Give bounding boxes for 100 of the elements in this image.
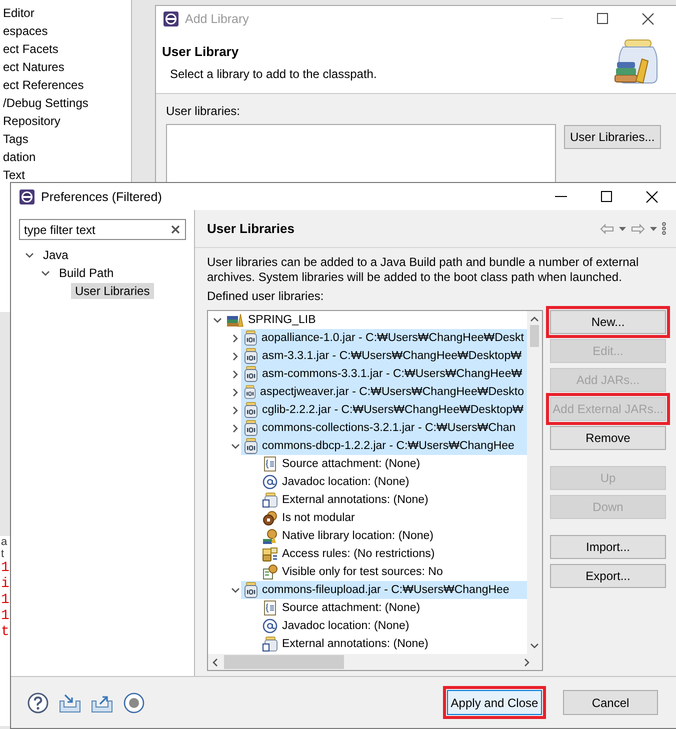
tree-item[interactable]: External annotations: (None) — [259, 491, 527, 509]
scrollbar-thumb[interactable] — [224, 655, 344, 669]
scrollbar-thumb[interactable] — [530, 325, 539, 347]
filter-field[interactable]: type filter text — [19, 219, 186, 240]
menu-icon[interactable] — [662, 222, 666, 235]
tree-item[interactable]: Source attachment: (None) — [259, 455, 527, 473]
tree-item[interactable]: cglib-2.2.2.jar - C:₩Users₩ChangHee₩Desktop₩ — [241, 401, 527, 419]
tree-item-label[interactable]: ect References — [3, 76, 131, 94]
nav-tree-item[interactable]: Build Path — [55, 265, 118, 281]
dialog-button[interactable]: Cancel — [563, 690, 658, 715]
tree-item-label[interactable]: Tags — [3, 130, 131, 148]
library-tree[interactable] — [207, 310, 543, 671]
jar-icon — [244, 348, 258, 364]
code-text: a — [1, 536, 8, 548]
nav-tree-item[interactable]: User Libraries — [71, 283, 154, 299]
tree-item-label[interactable]: Text — [3, 166, 131, 184]
app-icon — [19, 188, 35, 204]
scroll-right-icon[interactable] — [524, 658, 530, 666]
scroll-down-icon[interactable] — [530, 643, 539, 649]
close-icon[interactable] — [646, 190, 658, 202]
tree-item-label[interactable]: Repository — [3, 112, 131, 130]
chevron-icon[interactable] — [230, 352, 240, 360]
scroll-left-icon[interactable] — [212, 658, 218, 666]
action-button[interactable]: Export... — [550, 564, 666, 588]
jar-icon — [262, 492, 278, 508]
maximize-icon[interactable] — [597, 13, 608, 24]
tree-item-label: External annotations: (None) — [282, 494, 428, 506]
tree-item-label: asm-commons-3.3.1.jar - C:₩Users₩ChangHee₩ — [262, 368, 522, 380]
tree-item-label: Javadoc location: (None) — [282, 476, 410, 488]
window-title: Add Library — [185, 12, 250, 26]
user-libraries-button[interactable]: User Libraries... — [564, 125, 661, 149]
dialog-heading: User Library — [162, 44, 240, 59]
chevron-icon[interactable] — [230, 406, 240, 414]
chevron-icon[interactable] — [230, 370, 240, 378]
tree-item[interactable]: aopalliance-1.0.jar - C:₩Users₩ChangHee₩Deskt — [241, 329, 527, 347]
tree-item-label: aopalliance-1.0.jar - C:₩Users₩ChangHee₩Deskt — [261, 332, 524, 344]
minimize-icon[interactable] — [555, 196, 567, 198]
tree-item[interactable]: SPRING_LIB — [223, 311, 527, 329]
action-button[interactable]: Import... — [550, 535, 666, 559]
caret-icon[interactable] — [650, 226, 657, 230]
help-icon[interactable] — [27, 692, 49, 714]
document-gear-icon — [262, 564, 278, 580]
chevron-icon[interactable] — [41, 268, 50, 278]
vertical-scrollbar[interactable] — [527, 311, 542, 654]
field-label: Defined user libraries: — [207, 289, 325, 304]
chevron-icon[interactable] — [230, 388, 240, 396]
tree-item-label: aspectjweaver.jar - C:₩Users₩ChangHee₩Deskto — [260, 386, 524, 398]
jar-icon — [262, 636, 278, 652]
chevron-icon[interactable] — [230, 442, 240, 450]
tree-item-label[interactable]: dation — [3, 148, 131, 166]
tree-item-label[interactable]: Editor — [3, 4, 131, 22]
tree-item[interactable]: Native library location: (None) — [259, 527, 527, 545]
tree-item[interactable]: commons-collections-3.2.1.jar - C:₩Users₩Chan — [241, 419, 527, 437]
dialog-button[interactable]: Apply and Close — [447, 690, 542, 715]
tree-item[interactable]: External annotations: (None) — [259, 635, 527, 653]
action-button[interactable]: Remove — [550, 426, 666, 450]
folder-lock-icon — [262, 546, 278, 562]
app-icon — [163, 10, 179, 27]
tree-item[interactable]: commons-dbcp-1.2.2.jar - C:₩Users₩ChangHee — [241, 437, 527, 455]
tree-item-label: SPRING_LIB — [248, 314, 316, 326]
maximize-icon[interactable] — [601, 191, 612, 202]
clear-icon[interactable] — [171, 225, 180, 234]
code-text: i — [1, 576, 10, 592]
tree-item-label[interactable]: /Debug Settings — [3, 94, 131, 112]
tree-item[interactable]: asm-3.3.1.jar - C:₩Users₩ChangHee₩Desktop₩ — [241, 347, 527, 365]
tree-item[interactable]: commons-fileupload.jar - C:₩Users₩ChangHee — [241, 581, 527, 599]
chevron-icon[interactable] — [230, 334, 240, 342]
caret-icon[interactable] — [619, 226, 626, 230]
close-icon[interactable] — [642, 12, 654, 25]
tree-item-label: Source attachment: (None) — [282, 458, 420, 470]
tree-item-label: cglib-2.2.2.jar - C:₩Users₩ChangHee₩Desktop₩ — [262, 404, 524, 416]
chevron-icon[interactable] — [212, 316, 222, 324]
tree-item[interactable]: Javadoc location: (None) — [259, 617, 527, 635]
scroll-up-icon[interactable] — [530, 316, 539, 322]
tree-item[interactable]: Javadoc location: (None) — [259, 473, 527, 491]
document-icon — [262, 456, 278, 472]
tree-item[interactable]: asm-commons-3.3.1.jar - C:₩Users₩ChangHee₩ — [241, 365, 527, 383]
tree-item[interactable]: Is not modular — [259, 509, 527, 527]
library-jar-icon — [614, 39, 658, 86]
nav-tree-item[interactable]: Java — [39, 247, 72, 263]
chevron-icon[interactable] — [25, 250, 34, 260]
tree-item-label[interactable]: ect Facets — [3, 40, 131, 58]
tree-item-label: Is not modular — [282, 512, 355, 524]
tree-item-label: commons-fileupload.jar - C:₩Users₩ChangHee — [262, 584, 510, 596]
import-icon[interactable] — [59, 692, 81, 712]
code-text: 1 — [1, 592, 10, 608]
tree-item[interactable]: Access rules: (No restrictions) — [259, 545, 527, 563]
code-text: t — [1, 548, 6, 560]
tree-item[interactable]: aspectjweaver.jar - C:₩Users₩ChangHee₩Deskto — [241, 383, 527, 401]
chevron-icon[interactable] — [230, 586, 240, 594]
tree-item-label[interactable]: ect Natures — [3, 58, 131, 76]
jar-icon — [244, 384, 256, 400]
code-text: 1 — [1, 560, 10, 576]
action-button[interactable]: New... — [550, 310, 666, 334]
record-icon[interactable] — [123, 692, 145, 714]
tree-item[interactable]: Source attachment: (None) — [259, 599, 527, 617]
tree-item-label[interactable]: espaces — [3, 22, 131, 40]
tree-item[interactable]: Visible only for test sources: No — [259, 563, 527, 581]
chevron-icon[interactable] — [230, 424, 240, 432]
horizontal-scrollbar[interactable] — [208, 654, 542, 670]
